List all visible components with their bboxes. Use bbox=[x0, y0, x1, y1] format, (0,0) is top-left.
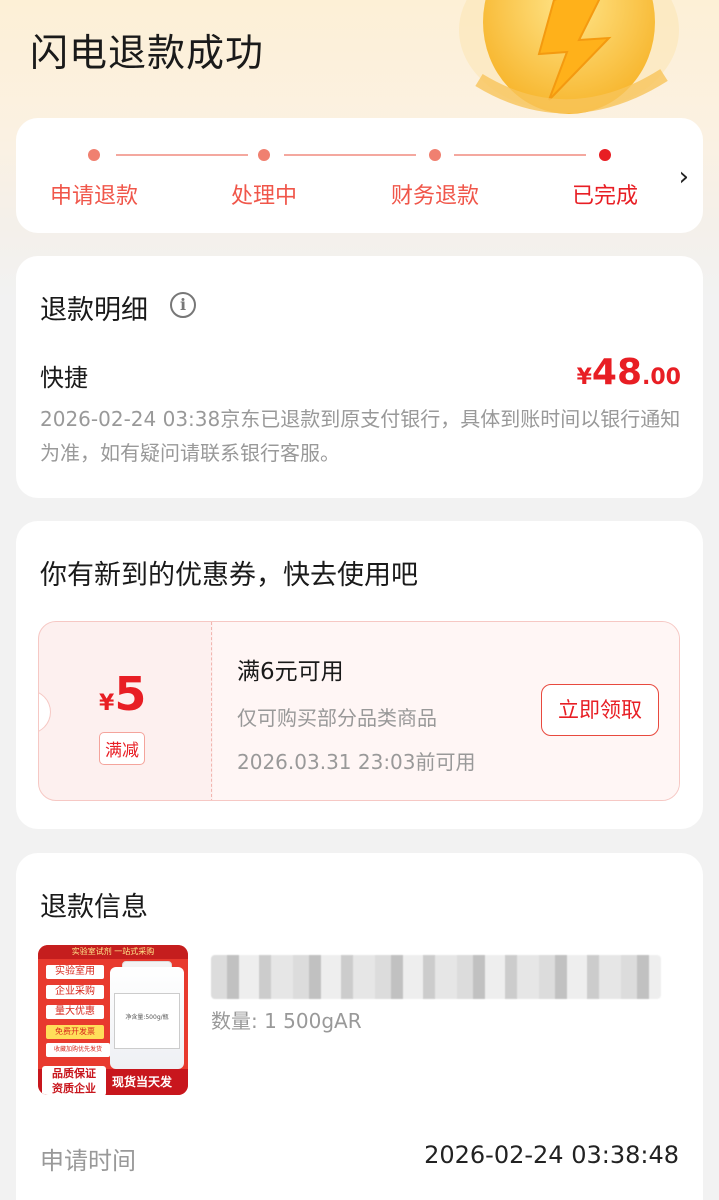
step-label: 已完成 bbox=[571, 184, 638, 209]
thumb-tag: 量大优惠 bbox=[46, 1005, 104, 1019]
section-title: 退款信息 bbox=[40, 892, 148, 923]
product-thumbnail[interactable]: 实验室试剂 一站式采购 实验室用 企业采购 量大优惠 免费开发票 收藏加购优先发… bbox=[38, 945, 188, 1095]
apply-time-value: 2026-02-24 03:38:48 bbox=[424, 1141, 679, 1169]
amount-decimal: .00 bbox=[642, 365, 681, 390]
coupon-type-badge: 满减 bbox=[99, 732, 145, 765]
progress-line bbox=[454, 154, 586, 156]
step-dot bbox=[258, 149, 270, 161]
info-icon[interactable]: i bbox=[170, 292, 196, 318]
currency-symbol: ¥ bbox=[99, 691, 115, 716]
page-title: 闪电退款成功 bbox=[30, 31, 265, 75]
quality-line: 资质企业 bbox=[52, 1082, 96, 1095]
refund-info-card: 退款信息 实验室试剂 一站式采购 实验室用 企业采购 量大优惠 免费开发票 收藏… bbox=[16, 853, 703, 1200]
refund-detail-card: 退款明细 i 快捷 ¥48.00 2026-02-24 03:38京东已退款到原… bbox=[16, 256, 703, 498]
apply-time-label: 申请时间 bbox=[40, 1147, 136, 1175]
refund-method: 快捷 bbox=[40, 364, 88, 392]
product-quantity: 数量: 1 500gAR bbox=[211, 1009, 362, 1033]
thumb-footer: 品质保证 资质企业 现货当天发 bbox=[38, 1066, 188, 1095]
refund-progress: 申请退款 处理中 财务退款 已完成 › bbox=[16, 118, 703, 233]
progress-line bbox=[284, 154, 416, 156]
progress-line bbox=[116, 154, 248, 156]
step-dot bbox=[599, 149, 611, 161]
step-dot bbox=[88, 149, 100, 161]
coupon-amount: 5 bbox=[114, 667, 147, 721]
amount-integer: 48 bbox=[591, 352, 643, 393]
quality-line: 品质保证 bbox=[52, 1067, 96, 1080]
thumb-tag: 免费开发票 bbox=[46, 1025, 104, 1039]
step-label: 处理中 bbox=[230, 184, 297, 209]
coupon-detail: 满6元可用 仅可购买部分品类商品 2026.03.31 23:03前可用 立即领… bbox=[213, 622, 679, 800]
coupon-divider bbox=[211, 622, 212, 800]
refund-description: 2026-02-24 03:38京东已退款到原支付银行，具体到账时间以银行通知为… bbox=[40, 407, 681, 465]
product-name-redacted bbox=[211, 955, 661, 999]
step-label: 财务退款 bbox=[390, 184, 479, 209]
coupon-expiry: 2026.03.31 23:03前可用 bbox=[237, 750, 476, 774]
section-title: 退款明细 bbox=[40, 295, 148, 326]
coupon-card: 你有新到的优惠券，快去使用吧 满6元可用 仅可购买部分品类商品 2026.03.… bbox=[16, 521, 703, 829]
refund-amount: ¥48.00 bbox=[577, 352, 681, 393]
coupon-condition: 满6元可用 bbox=[237, 659, 344, 685]
coupon-notch bbox=[39, 690, 51, 734]
bottle-label: 净含量:500g/瓶 bbox=[114, 993, 180, 1049]
step-label: 申请退款 bbox=[49, 184, 138, 209]
currency-symbol: ¥ bbox=[576, 365, 592, 390]
claim-coupon-button[interactable]: 立即领取 bbox=[541, 684, 659, 736]
step-dot bbox=[429, 149, 441, 161]
coupon: 满6元可用 仅可购买部分品类商品 2026.03.31 23:03前可用 立即领… bbox=[38, 621, 680, 801]
thumb-tag: 企业采购 bbox=[46, 985, 104, 999]
quality-badge: 品质保证 资质企业 bbox=[42, 1066, 106, 1095]
chevron-right-icon[interactable]: › bbox=[679, 162, 689, 192]
thumb-banner: 实验室试剂 一站式采购 bbox=[38, 945, 188, 959]
thumb-tag: 实验室用 bbox=[46, 965, 104, 979]
coupon-scope: 仅可购买部分品类商品 bbox=[237, 706, 437, 730]
section-title: 你有新到的优惠券，快去使用吧 bbox=[40, 560, 418, 591]
lightning-coin-icon bbox=[459, 0, 679, 114]
coupon-value: ¥5 bbox=[99, 667, 146, 721]
slogan: 现货当天发 bbox=[112, 1075, 173, 1089]
thumb-tag: 收藏加购优先发货 bbox=[46, 1043, 110, 1057]
